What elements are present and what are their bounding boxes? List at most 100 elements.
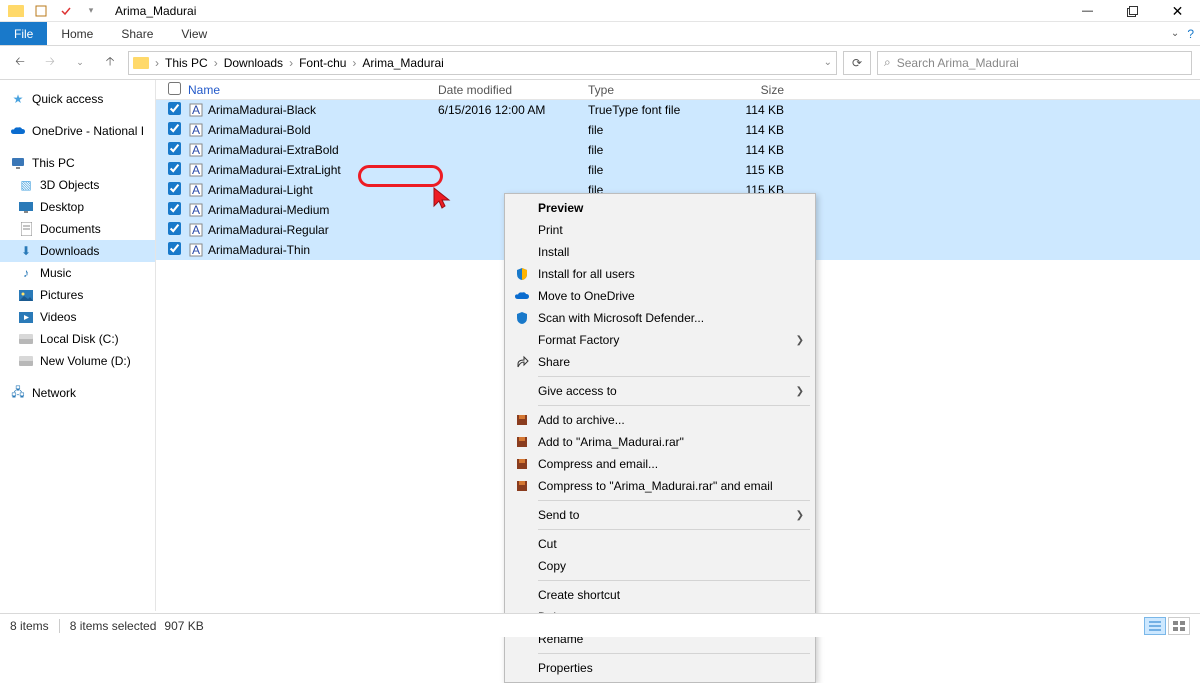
videos-icon — [18, 310, 34, 324]
row-checkbox[interactable] — [168, 142, 181, 155]
cm-compress-email[interactable]: Compress and email... — [508, 453, 812, 475]
column-size[interactable]: Size — [716, 83, 792, 97]
maximize-button[interactable] — [1110, 0, 1155, 22]
chevron-right-icon[interactable]: › — [153, 56, 161, 70]
cm-properties[interactable]: Properties — [508, 657, 812, 679]
sidebar-item-network[interactable]: 🖧 Network — [0, 382, 155, 404]
cm-preview[interactable]: Preview — [508, 197, 812, 219]
shield-icon — [514, 310, 530, 326]
table-row[interactable]: A ArimaMadurai-ExtraBold file 114 KB — [156, 140, 1200, 160]
cm-install-all-users[interactable]: Install for all users — [508, 263, 812, 285]
address-bar[interactable]: › This PC › Downloads › Font-chu › Arima… — [128, 51, 837, 75]
font-file-icon: A — [188, 203, 204, 217]
table-row[interactable]: A ArimaMadurai-ExtraLight file 115 KB — [156, 160, 1200, 180]
sidebar-item-documents[interactable]: Documents — [0, 218, 155, 240]
back-button[interactable]: 🡠 — [8, 51, 32, 75]
sidebar-item-label: Network — [32, 386, 76, 400]
network-icon: 🖧 — [10, 386, 26, 400]
cm-print[interactable]: Print — [508, 219, 812, 241]
file-list: Name Date modified Type Size A ArimaMadu… — [155, 80, 1200, 611]
tab-view[interactable]: View — [167, 22, 221, 45]
row-checkbox[interactable] — [168, 242, 181, 255]
cm-scan-defender[interactable]: Scan with Microsoft Defender... — [508, 307, 812, 329]
sidebar-item-label: New Volume (D:) — [40, 354, 131, 368]
row-checkbox[interactable] — [168, 122, 181, 135]
crumb[interactable]: Arima_Madurai — [358, 52, 447, 74]
close-button[interactable]: ✕ — [1155, 0, 1200, 22]
sidebar-quick-access[interactable]: ★ Quick access — [0, 88, 155, 110]
tab-home[interactable]: Home — [47, 22, 107, 45]
recent-dropdown[interactable]: ⌄ — [68, 51, 92, 75]
cm-add-rar[interactable]: Add to "Arima_Madurai.rar" — [508, 431, 812, 453]
column-name[interactable]: Name — [188, 83, 438, 97]
file-name: ArimaMadurai-ExtraBold — [208, 143, 339, 157]
tab-share[interactable]: Share — [107, 22, 167, 45]
font-file-icon: A — [188, 123, 204, 137]
svg-text:A: A — [192, 243, 200, 257]
crumb[interactable]: This PC — [161, 52, 212, 74]
sidebar-item-downloads[interactable]: ⬇Downloads — [0, 240, 155, 262]
qat-dropdown-icon[interactable]: ▾ — [79, 0, 103, 21]
row-checkbox[interactable] — [168, 102, 181, 115]
row-checkbox[interactable] — [168, 162, 181, 175]
sidebar-thispc[interactable]: This PC — [0, 152, 155, 174]
sidebar-item-newvolume[interactable]: New Volume (D:) — [0, 350, 155, 372]
qat-properties-icon[interactable] — [29, 0, 53, 21]
svg-text:A: A — [192, 163, 200, 177]
sidebar-onedrive[interactable]: OneDrive - National I — [0, 120, 155, 142]
cm-move-onedrive[interactable]: Move to OneDrive — [508, 285, 812, 307]
sidebar-item-pictures[interactable]: Pictures — [0, 284, 155, 306]
cm-create-shortcut[interactable]: Create shortcut — [508, 584, 812, 606]
table-row[interactable]: A ArimaMadurai-Black 6/15/2016 12:00 AM … — [156, 100, 1200, 120]
cm-compress-rar-email[interactable]: Compress to "Arima_Madurai.rar" and emai… — [508, 475, 812, 497]
cm-copy[interactable]: Copy — [508, 555, 812, 577]
shield-icon — [514, 266, 530, 282]
search-input[interactable]: ⌕ Search Arima_Madurai — [877, 51, 1192, 75]
window-title: Arima_Madurai — [115, 4, 196, 18]
table-row[interactable]: A ArimaMadurai-Bold file 114 KB — [156, 120, 1200, 140]
cm-cut[interactable]: Cut — [508, 533, 812, 555]
ribbon-expand-icon[interactable]: ⌄ — [1171, 28, 1179, 39]
chevron-right-icon[interactable]: › — [350, 56, 358, 70]
cm-format-factory[interactable]: Format Factory❯ — [508, 329, 812, 351]
view-icons-button[interactable] — [1168, 617, 1190, 635]
column-date[interactable]: Date modified — [438, 83, 588, 97]
row-checkbox[interactable] — [168, 222, 181, 235]
sidebar-item-desktop[interactable]: Desktop — [0, 196, 155, 218]
quick-access-toolbar: ▾ — [0, 0, 107, 21]
chevron-right-icon[interactable]: › — [212, 56, 220, 70]
cm-give-access[interactable]: Give access to❯ — [508, 380, 812, 402]
help-icon[interactable]: ? — [1187, 27, 1194, 41]
desktop-icon — [18, 200, 34, 214]
forward-button[interactable]: 🡢 — [38, 51, 62, 75]
file-name: ArimaMadurai-Medium — [208, 203, 329, 217]
column-headers: Name Date modified Type Size — [156, 80, 1200, 100]
file-type: file — [588, 123, 716, 137]
file-date: 6/15/2016 12:00 AM — [438, 103, 588, 117]
cm-send-to[interactable]: Send to❯ — [508, 504, 812, 526]
row-checkbox[interactable] — [168, 182, 181, 195]
drive-icon — [18, 354, 34, 368]
file-tab[interactable]: File — [0, 22, 47, 45]
view-details-button[interactable] — [1144, 617, 1166, 635]
crumb[interactable]: Downloads — [220, 52, 287, 74]
select-all-checkbox[interactable] — [168, 82, 181, 95]
sidebar-item-videos[interactable]: Videos — [0, 306, 155, 328]
chevron-right-icon[interactable]: › — [287, 56, 295, 70]
refresh-button[interactable]: ⟳ — [843, 51, 871, 75]
row-checkbox[interactable] — [168, 202, 181, 215]
crumb[interactable]: Font-chu — [295, 52, 350, 74]
cm-install[interactable]: Install — [508, 241, 812, 263]
cm-share[interactable]: Share — [508, 351, 812, 373]
qat-checkmark-icon[interactable] — [54, 0, 78, 21]
file-type: file — [588, 143, 716, 157]
svg-text:A: A — [192, 123, 200, 137]
cm-add-archive[interactable]: Add to archive... — [508, 409, 812, 431]
addressbar-dropdown[interactable]: ⌄ — [824, 57, 832, 68]
sidebar-item-music[interactable]: ♪Music — [0, 262, 155, 284]
column-type[interactable]: Type — [588, 83, 716, 97]
up-button[interactable]: 🡡 — [98, 51, 122, 75]
minimize-button[interactable]: — — [1065, 0, 1110, 22]
sidebar-item-3d[interactable]: ▧3D Objects — [0, 174, 155, 196]
sidebar-item-localdisk[interactable]: Local Disk (C:) — [0, 328, 155, 350]
